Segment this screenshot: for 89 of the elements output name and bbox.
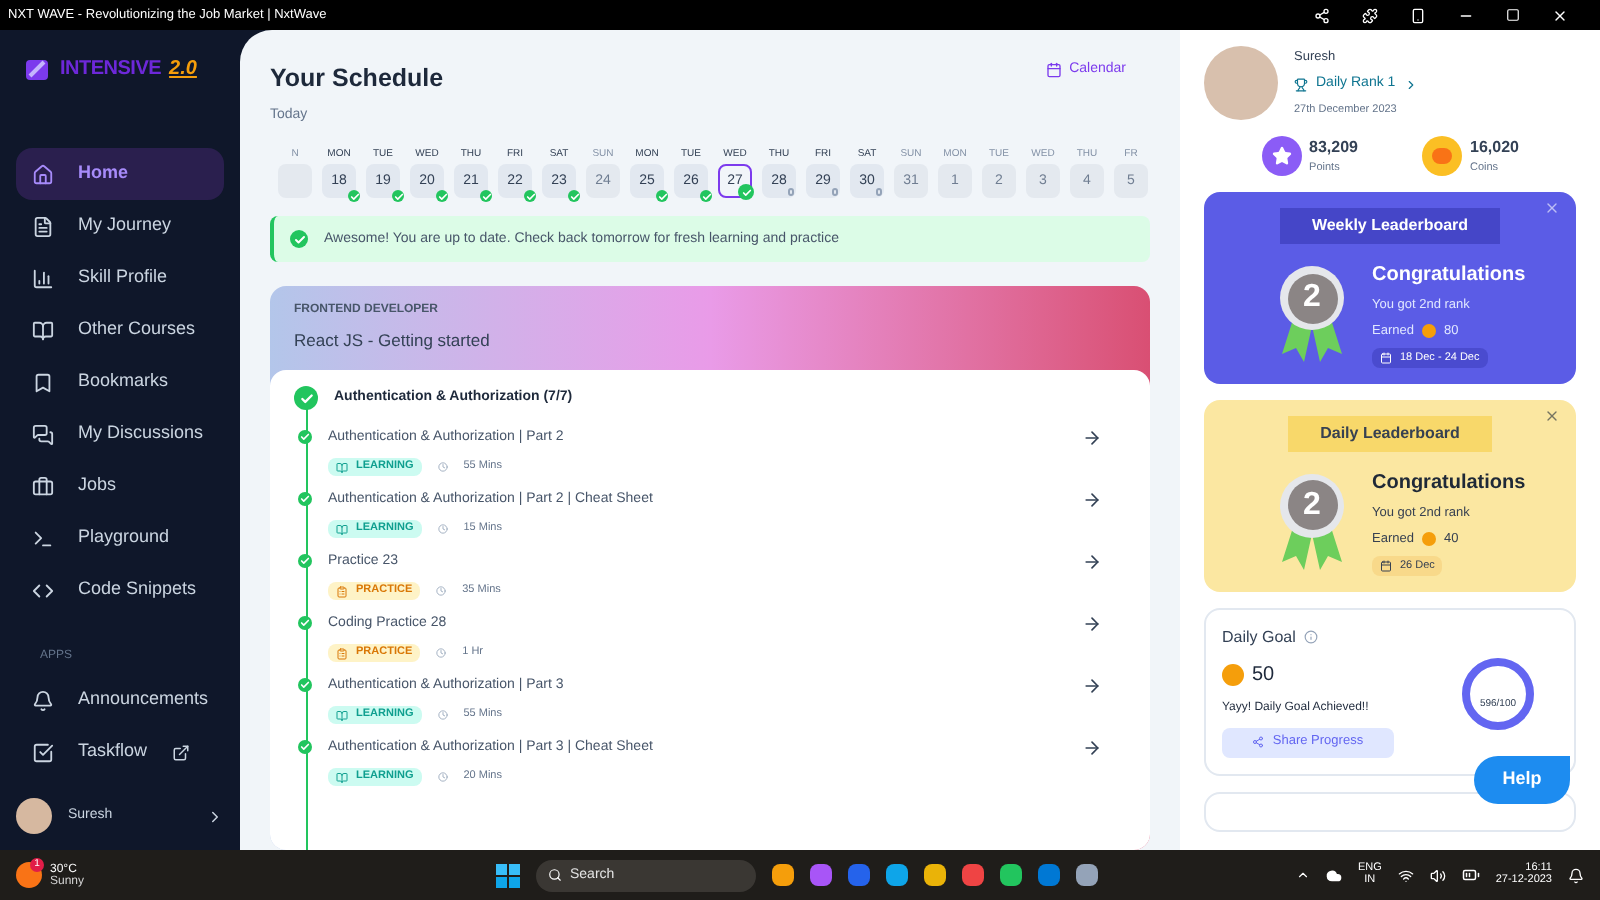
- phone-icon[interactable]: [1410, 7, 1426, 23]
- chat-icon: [32, 423, 54, 445]
- book-icon: [336, 523, 348, 535]
- speaker-icon[interactable]: [1429, 867, 1446, 883]
- coin-icon: [1421, 532, 1436, 547]
- clock-icon: [437, 772, 448, 782]
- book-icon: [336, 771, 348, 783]
- code-icon: [32, 579, 54, 601]
- calendar-icon: [1045, 62, 1062, 79]
- chevron-right-icon: [1403, 77, 1418, 92]
- sidebar-item[interactable]: My Journey: [16, 200, 224, 252]
- course-title: React JS - Getting started: [294, 328, 492, 354]
- clock-icon: [437, 524, 448, 534]
- check-circle-icon: [290, 230, 308, 249]
- sidebar-item[interactable]: Bookmarks: [16, 356, 224, 408]
- battery-icon[interactable]: [1461, 866, 1480, 884]
- book-icon: [336, 709, 348, 721]
- cloud-icon[interactable]: [1325, 867, 1342, 883]
- info-icon[interactable]: [1303, 630, 1318, 645]
- taskbar-app-icon[interactable]: [1038, 864, 1060, 886]
- briefcase-icon: [32, 475, 54, 497]
- bell-icon: [32, 689, 54, 711]
- coin-icon: [1422, 136, 1462, 177]
- sidebar-item[interactable]: Announcements: [16, 674, 224, 726]
- taskbar-app-icon[interactable]: [810, 864, 832, 886]
- avatar: [1204, 46, 1278, 120]
- page-title: Your Schedule: [270, 62, 444, 96]
- clock-icon: [437, 462, 448, 472]
- clock-icon: [436, 648, 447, 658]
- coin-icon: [1222, 663, 1244, 686]
- calendar-icon: [1380, 351, 1392, 364]
- rank-number: 2: [1287, 480, 1337, 531]
- sidebar-item[interactable]: My Discussions: [16, 408, 224, 460]
- leaderboard-ribbon: Daily Leaderboard: [1288, 416, 1492, 452]
- notification-icon[interactable]: [1568, 867, 1584, 883]
- taskbar-app-icon[interactable]: [924, 864, 946, 886]
- bookmark-icon: [32, 371, 54, 393]
- leaderboard-ribbon: Weekly Leaderboard: [1279, 208, 1501, 245]
- arrow-right-icon[interactable]: [1082, 552, 1102, 572]
- maximize-icon[interactable]: [1506, 8, 1520, 22]
- sidebar-item[interactable]: Home: [16, 148, 224, 200]
- logo-version: 2.0: [169, 56, 197, 84]
- arrow-right-icon[interactable]: [1082, 614, 1102, 634]
- arrow-right-icon[interactable]: [1082, 428, 1102, 448]
- clock-icon: [436, 586, 447, 596]
- arrow-right-icon[interactable]: [1082, 676, 1102, 696]
- goal-coins: 50: [1252, 661, 1275, 690]
- windows-start-icon[interactable]: [496, 863, 520, 887]
- taskbar-app-icon[interactable]: [772, 864, 794, 886]
- sidebar-item[interactable]: Code Snippets: [16, 564, 224, 616]
- home-icon: [32, 163, 54, 185]
- checkbox-icon: [32, 741, 54, 763]
- congrats-heading: Congratulations: [1372, 262, 1526, 291]
- clipboard-icon: [336, 585, 348, 597]
- avatar[interactable]: [16, 798, 52, 834]
- taskbar-app-icon[interactable]: [1000, 864, 1022, 886]
- taskbar-app-icon[interactable]: [886, 864, 908, 886]
- logo-text: INTENSIVE: [60, 56, 162, 84]
- clipboard-icon: [336, 647, 348, 659]
- trophy-icon: [1294, 77, 1308, 92]
- arrow-right-icon[interactable]: [1082, 490, 1102, 510]
- taskbar-app-icon[interactable]: [1076, 864, 1098, 886]
- logo-icon: [24, 55, 52, 83]
- sidebar-item[interactable]: Playground: [16, 512, 224, 564]
- book-icon: [32, 319, 54, 341]
- taskbar-app-icon[interactable]: [962, 864, 984, 886]
- sidebar-item[interactable]: Other Courses: [16, 304, 224, 356]
- stat-value: 83,209: [1309, 136, 1358, 160]
- document-icon: [32, 215, 54, 237]
- share-icon: [1252, 736, 1265, 749]
- coin-icon: [1421, 324, 1436, 339]
- calendar-icon: [1380, 559, 1392, 572]
- rank-number: 2: [1287, 273, 1337, 324]
- sidebar-item[interactable]: Jobs: [16, 460, 224, 512]
- terminal-icon: [32, 527, 54, 549]
- chevron-up-icon[interactable]: [1295, 868, 1310, 882]
- puzzle-icon[interactable]: [1362, 7, 1378, 23]
- bar-chart-icon: [32, 267, 54, 289]
- share-icon[interactable]: [1314, 7, 1330, 23]
- book-icon: [336, 461, 348, 473]
- sidebar-item[interactable]: Skill Profile: [16, 252, 224, 304]
- wifi-icon[interactable]: [1397, 867, 1414, 883]
- chevron-right-icon[interactable]: [206, 807, 224, 825]
- clock-icon: [437, 710, 448, 720]
- goal-title: Daily Goal: [1222, 625, 1296, 650]
- congrats-heading: Congratulations: [1372, 470, 1526, 498]
- sidebar-item[interactable]: Taskflow: [16, 726, 224, 778]
- stat-value: 16,020: [1470, 136, 1519, 160]
- arrow-right-icon[interactable]: [1082, 738, 1102, 758]
